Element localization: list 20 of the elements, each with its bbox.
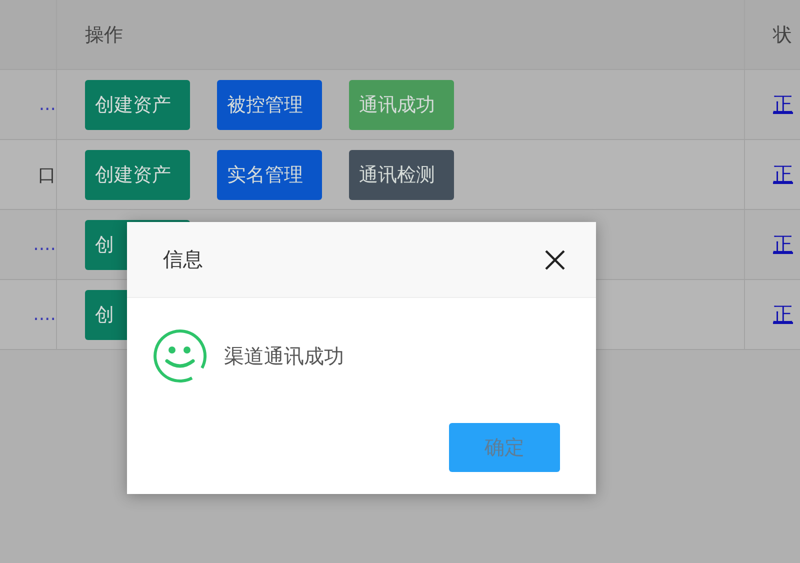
dialog-title: 信息 bbox=[163, 246, 203, 273]
action-button[interactable]: 通讯检测 bbox=[349, 150, 454, 200]
status-link[interactable]: 正 bbox=[773, 161, 793, 188]
action-button[interactable]: 通讯成功 bbox=[349, 80, 454, 130]
column-header: 操作 bbox=[85, 22, 123, 48]
smiley-icon bbox=[152, 328, 208, 384]
status-link[interactable]: 正 bbox=[773, 91, 793, 118]
close-icon[interactable] bbox=[544, 248, 566, 270]
table-cell: .... bbox=[33, 234, 56, 255]
action-button[interactable]: 实名管理 bbox=[217, 150, 322, 200]
action-button[interactable]: 创建资产 bbox=[85, 150, 190, 200]
table-cell-text: 口 bbox=[38, 164, 56, 186]
table-cell: .... bbox=[33, 304, 56, 325]
table-cell: ... bbox=[38, 94, 56, 115]
action-button[interactable]: 被控管理 bbox=[217, 80, 322, 130]
column-header: 状 bbox=[773, 22, 792, 48]
action-button[interactable]: 创建资产 bbox=[85, 80, 190, 130]
status-link[interactable]: 正 bbox=[773, 231, 793, 258]
dialog-message: 渠道通讯成功 bbox=[224, 342, 344, 370]
status-link[interactable]: 正 bbox=[773, 301, 793, 328]
